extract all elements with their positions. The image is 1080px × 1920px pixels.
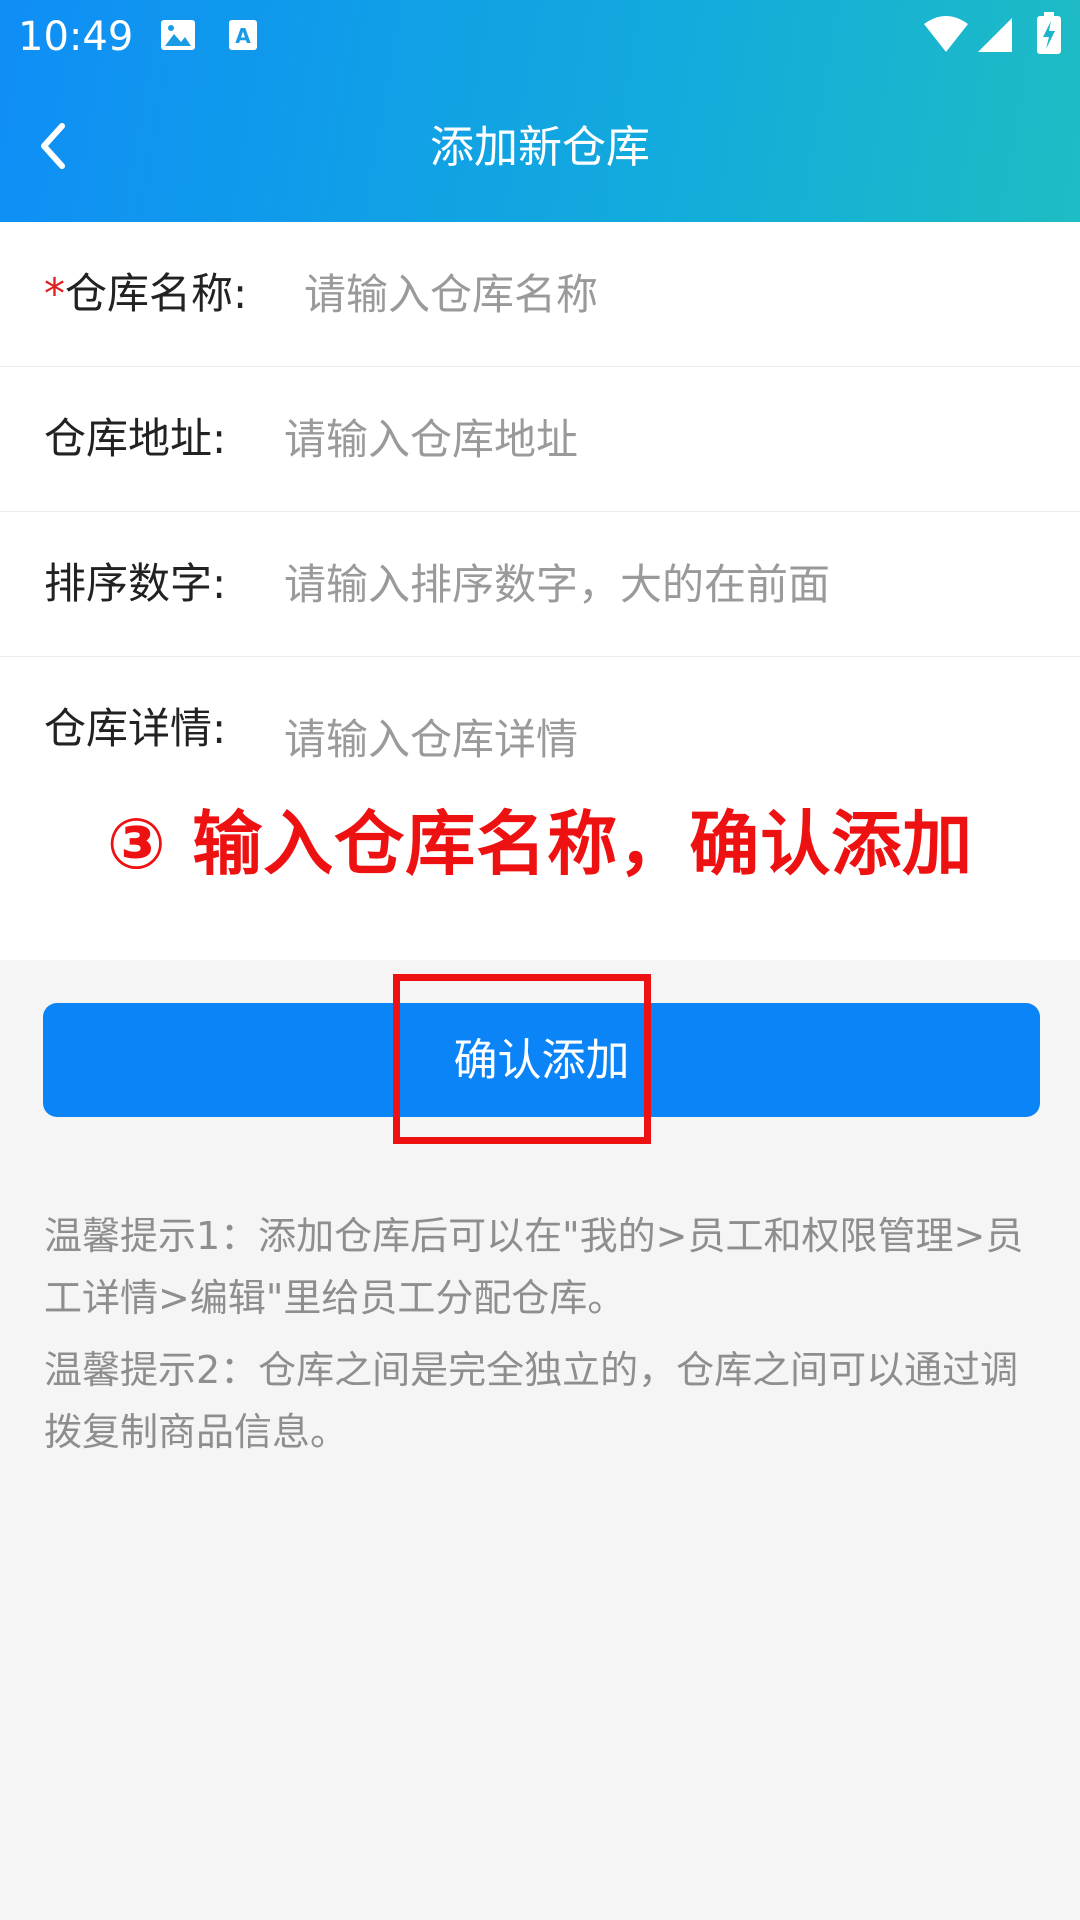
page-title: 添加新仓库 [430,122,650,173]
image-icon [160,16,196,60]
required-star: * [44,269,65,318]
warehouse-details-input[interactable] [284,707,1040,771]
svg-text:A: A [235,24,251,48]
form-row-warehouse-details: 仓库详情: [0,657,1080,817]
warehouse-name-label-text: 仓库名称: [65,269,248,318]
warehouse-name-label: *仓库名称: [44,266,247,322]
nav-bar: 添加新仓库 [0,74,1080,222]
signal-icon [978,16,1014,58]
tutorial-annotation: ③ 输入仓库名称，确认添加 [106,803,974,885]
tip-2: 温馨提示2：仓库之间是完全独立的，仓库之间可以通过调拨复制商品信息。 [44,1348,1019,1454]
sort-number-input[interactable] [284,552,1040,616]
tip-1: 温馨提示1：添加仓库后可以在"我的>员工和权限管理>员工详情>编辑"里给员工分配… [44,1214,1024,1320]
form-row-warehouse-name: *仓库名称: [0,222,1080,367]
battery-charging-icon [1036,12,1062,60]
status-bar: 10:49 A [0,0,1080,74]
tips-section: 温馨提示1：添加仓库后可以在"我的>员工和权限管理>员工详情>编辑"里给员工分配… [44,1205,1044,1473]
wifi-icon [922,14,970,58]
app-header: 10:49 A 添加新仓库 [0,0,1080,222]
font-download-icon: A [228,16,260,60]
warehouse-address-input[interactable] [284,407,1040,471]
sort-number-label: 排序数字: [44,559,227,608]
confirm-add-button[interactable]: 确认添加 [43,1003,1040,1117]
form-row-sort-number: 排序数字: [0,512,1080,657]
warehouse-address-label: 仓库地址: [44,414,227,463]
status-time: 10:49 [18,14,134,60]
warehouse-form: *仓库名称: 仓库地址: 排序数字: 仓库详情: ③ 输入仓库名称，确认添加 [0,222,1080,960]
warehouse-name-input[interactable] [304,262,1040,326]
form-row-warehouse-address: 仓库地址: [0,367,1080,512]
warehouse-details-label: 仓库详情: [44,704,227,753]
